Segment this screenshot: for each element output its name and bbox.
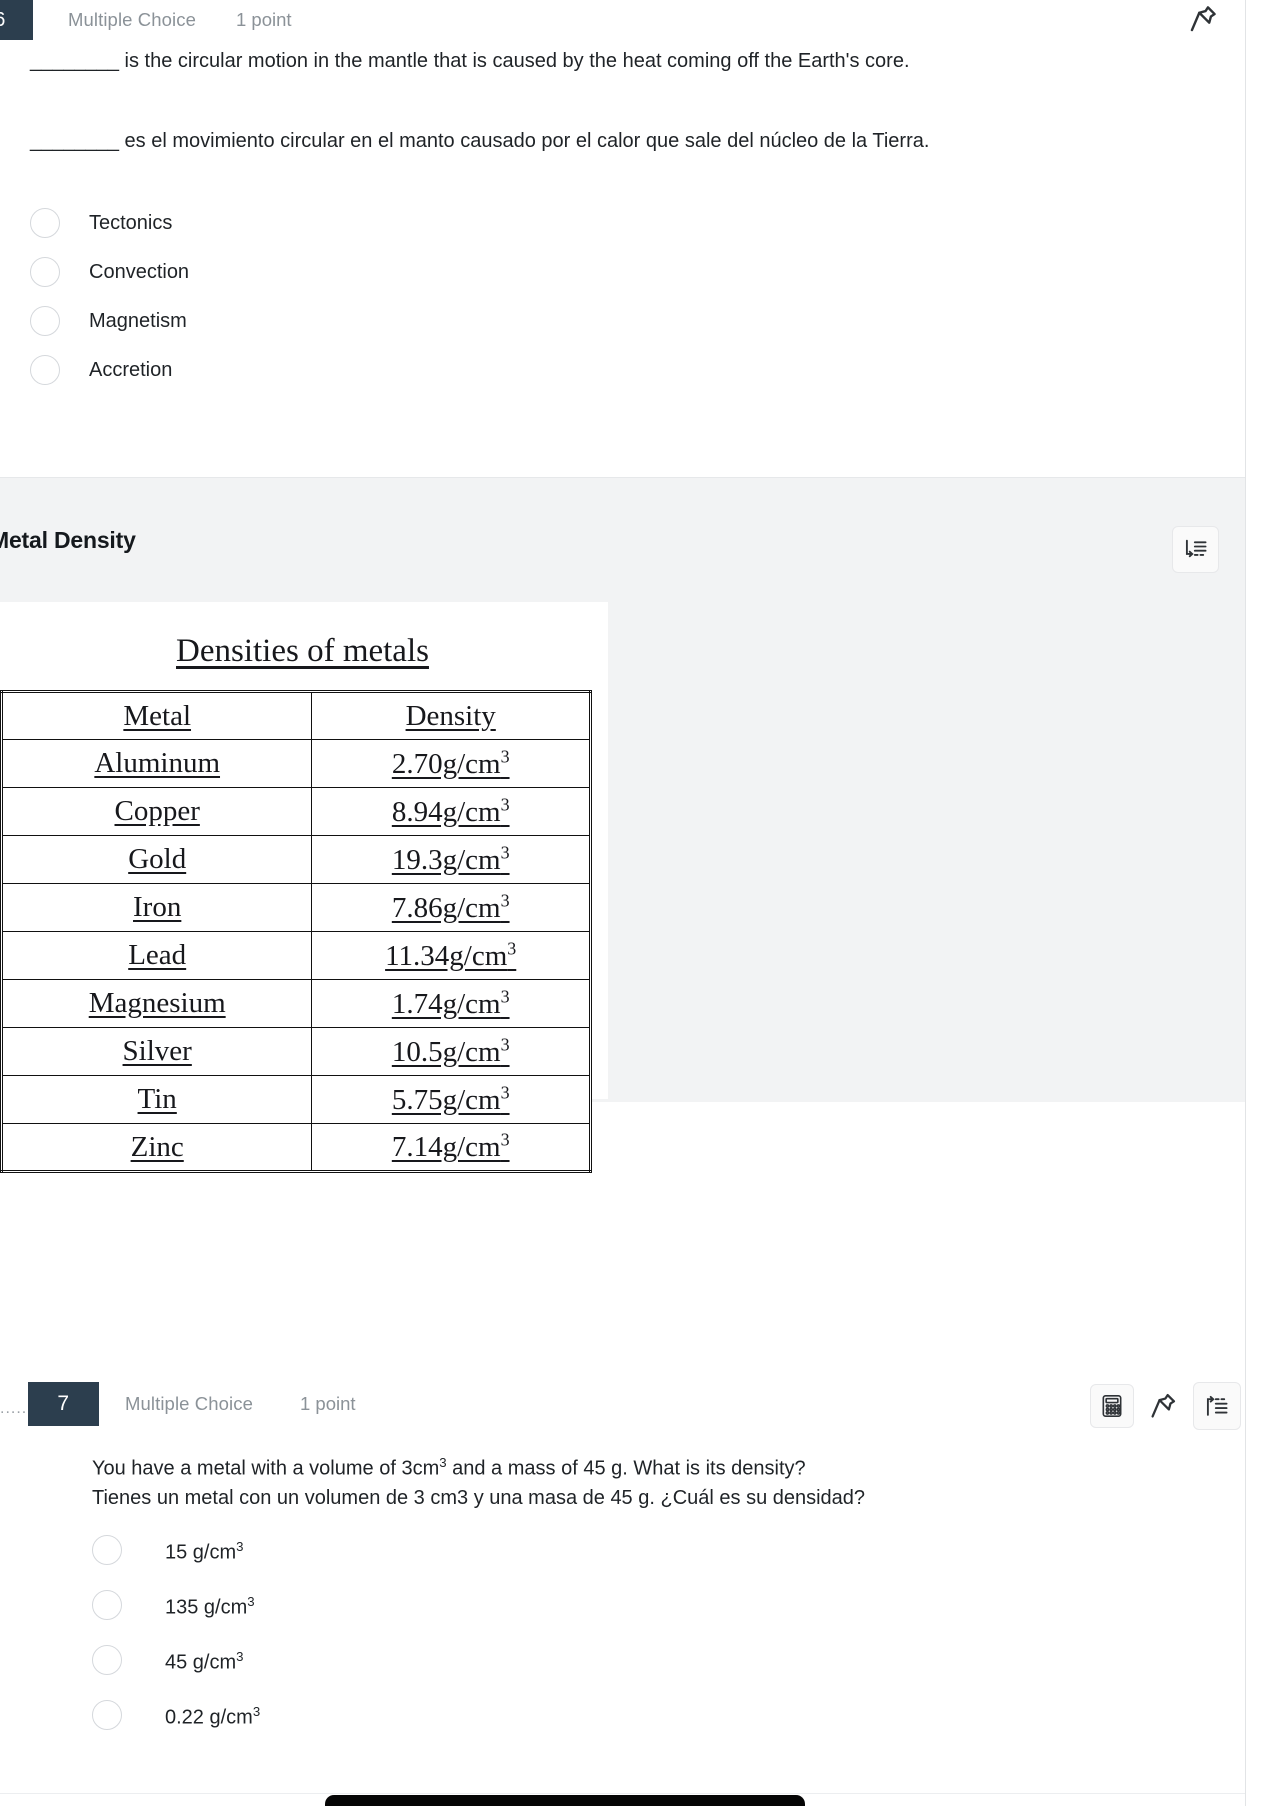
density-image-title: Densities of metals	[176, 633, 429, 669]
option-label: 135 g/cm3	[165, 1593, 255, 1619]
table-row: Copper 8.94g/cm3	[0, 787, 591, 836]
option-label: Accretion	[89, 358, 173, 381]
column-header-metal: Metal	[0, 691, 313, 740]
stem-text-2: and a mass of 45 g. What is its density?	[446, 1457, 806, 1480]
pushpin-icon[interactable]	[1147, 1390, 1179, 1422]
question-7-stem-english: You have a metal with a volume of 3cm3 a…	[92, 1448, 1152, 1484]
cell-metal: Magnesium	[0, 979, 313, 1028]
question-7-number-badge: 7	[28, 1382, 99, 1426]
radio-button[interactable]	[92, 1534, 122, 1565]
option-15-g-cm3[interactable]: 15 g/cm3	[92, 1522, 260, 1577]
option-label: Convection	[89, 260, 190, 283]
stem-superscript: 3	[439, 1455, 447, 1470]
bottom-divider	[0, 1793, 1245, 1794]
question-6-points-label: 1 point	[236, 9, 292, 30]
outdent-list-icon[interactable]	[1193, 1382, 1241, 1430]
radio-button[interactable]	[92, 1644, 122, 1675]
cell-density: 10.5g/cm3	[311, 1027, 591, 1076]
table-row: Aluminum 2.70g/cm3	[0, 739, 591, 788]
option-magnetism[interactable]: Magnetism	[30, 296, 189, 345]
cell-metal: Iron	[0, 883, 313, 932]
radio-button[interactable]	[92, 1589, 122, 1620]
table-row: Lead 11.34g/cm3	[0, 931, 591, 980]
option-135-g-cm3[interactable]: 135 g/cm3	[92, 1577, 260, 1632]
cell-density: 7.14g/cm3	[311, 1123, 591, 1172]
table-row: Silver 10.5g/cm3	[0, 1027, 591, 1076]
cell-metal: Silver	[0, 1027, 313, 1076]
radio-button[interactable]	[30, 354, 60, 385]
cell-density: 1.74g/cm3	[311, 979, 591, 1028]
calculator-icon[interactable]	[1090, 1384, 1134, 1428]
cell-density: 2.70g/cm3	[311, 739, 591, 788]
density-table-image: Densities of metals Metal Density Alumin…	[0, 602, 608, 1173]
pushpin-icon[interactable]	[1186, 2, 1220, 36]
question-6-stem-english: ________ is the circular motion in the m…	[30, 50, 910, 72]
question-6-number-badge: 6	[0, 0, 33, 40]
cell-density: 7.86g/cm3	[311, 883, 591, 932]
table-row: Gold 19.3g/cm3	[0, 835, 591, 884]
indent-list-icon[interactable]	[1172, 526, 1219, 573]
option-label: Magnetism	[89, 309, 187, 332]
bottom-toolbar[interactable]	[325, 1795, 805, 1806]
option-label: 0.22 g/cm3	[165, 1703, 261, 1729]
cell-density: 11.34g/cm3	[311, 931, 591, 980]
question-6-card: 6 Multiple Choice 1 point ________ is th…	[0, 0, 1245, 385]
cell-metal: Copper	[0, 787, 313, 836]
right-rail	[1246, 0, 1285, 1806]
table-row: Iron 7.86g/cm3	[0, 883, 591, 932]
table-header-row: Metal Density	[0, 691, 591, 740]
option-label: Tectonics	[89, 211, 173, 234]
question-7-header: ...... 7 Multiple Choice 1 point	[0, 1382, 1245, 1426]
cell-metal: Lead	[0, 931, 313, 980]
column-header-density: Density	[311, 691, 591, 740]
cell-density: 19.3g/cm3	[311, 835, 591, 884]
option-tectonics[interactable]: Tectonics	[30, 198, 189, 247]
question-7-points-label: 1 point	[300, 1393, 356, 1414]
cell-metal: Zinc	[0, 1123, 313, 1172]
right-rail-divider	[1245, 0, 1246, 1806]
table-row: Tin 5.75g/cm3	[0, 1075, 591, 1124]
question-6-header: 6 Multiple Choice 1 point	[0, 0, 1245, 40]
cell-metal: Tin	[0, 1075, 313, 1124]
option-accretion[interactable]: Accretion	[30, 345, 189, 394]
section-title: Metal Density	[0, 527, 136, 553]
cell-metal: Aluminum	[0, 739, 313, 788]
radio-button[interactable]	[92, 1699, 122, 1730]
option-45-g-cm3[interactable]: 45 g/cm3	[92, 1632, 260, 1687]
question-6-options: Tectonics Convection Magnetism Accretion	[30, 198, 189, 394]
question-7-stem: You have a metal with a volume of 3cm3 a…	[92, 1448, 1152, 1513]
radio-button[interactable]	[30, 207, 60, 238]
table-row: Magnesium 1.74g/cm3	[0, 979, 591, 1028]
option-convection[interactable]: Convection	[30, 247, 189, 296]
quiz-page: 6 Multiple Choice 1 point ________ is th…	[0, 0, 1285, 1806]
question-7-card: ...... 7 Multiple Choice 1 point You hav…	[0, 1382, 1245, 1730]
cell-metal: Gold	[0, 835, 313, 884]
radio-button[interactable]	[30, 256, 60, 287]
stem-text: You have a metal with a volume of 3cm	[92, 1457, 440, 1480]
cell-density: 8.94g/cm3	[311, 787, 591, 836]
question-7-type-label: Multiple Choice	[125, 1393, 253, 1414]
option-label: 45 g/cm3	[165, 1648, 244, 1674]
option-022-g-cm3[interactable]: 0.22 g/cm3	[92, 1687, 260, 1742]
option-label: 15 g/cm3	[165, 1538, 244, 1564]
cell-density: 5.75g/cm3	[311, 1075, 591, 1124]
densities-table-body: Aluminum 2.70g/cm3 Copper 8.94g/cm3 Gold…	[0, 739, 591, 1172]
question-7-options: 15 g/cm3 135 g/cm3 45 g/cm3 0.22 g/cm3	[92, 1522, 260, 1742]
table-row: Zinc 7.14g/cm3	[0, 1123, 591, 1172]
question-6-type-label: Multiple Choice	[68, 9, 196, 30]
question-7-stem-spanish: Tienes un metal con un volumen de 3 cm3 …	[92, 1486, 866, 1509]
radio-button[interactable]	[30, 305, 60, 336]
question-6-stem-spanish: ________ es el movimiento circular en el…	[30, 130, 930, 152]
densities-table: Metal Density Aluminum 2.70g/cm3 Copper …	[0, 690, 592, 1173]
